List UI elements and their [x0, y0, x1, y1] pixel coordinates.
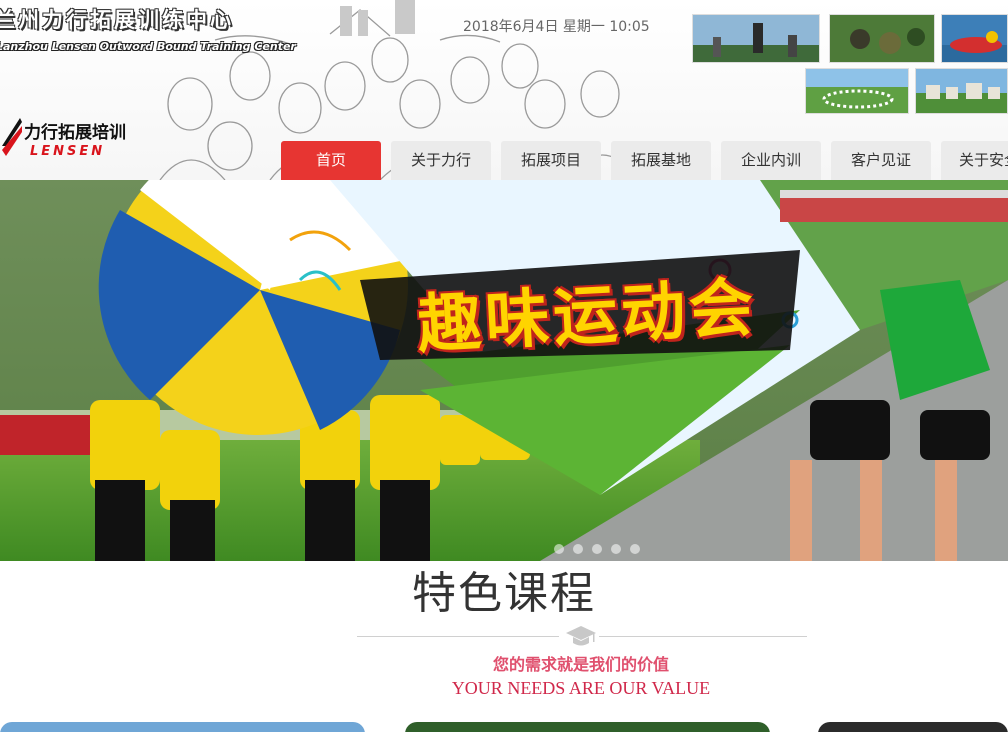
nav-home[interactable]: 首页 — [281, 141, 381, 180]
nav-bases[interactable]: 拓展基地 — [611, 141, 711, 180]
current-datetime: 2018年6月4日 星期一 10:05 — [463, 19, 650, 35]
thumb-photo-5[interactable] — [915, 68, 1008, 114]
site-header: 兰州力行拓展训练中心 Lanzhou Lensen Outword Bound … — [0, 0, 1008, 180]
tagline-en: YOUR NEEDS ARE OUR VALUE — [451, 678, 711, 698]
course-card-3[interactable] — [818, 722, 1008, 732]
nav-training[interactable]: 企业内训 — [721, 141, 821, 180]
tagline-cn: 您的需求就是我们的价值 — [492, 655, 669, 674]
thumb-photo-4[interactable] — [805, 68, 909, 114]
thumb-photo-3[interactable] — [941, 14, 1008, 63]
course-card-1[interactable] — [0, 722, 365, 732]
divider-left — [357, 636, 559, 637]
hero-banner[interactable]: 趣味运动会 — [0, 180, 1008, 561]
logo-text-cn: 力行拓展培训 — [24, 123, 126, 143]
slide-dot-2[interactable] — [573, 544, 583, 554]
slide-dot-3[interactable] — [592, 544, 602, 554]
slide-dot-5[interactable] — [630, 544, 640, 554]
brand-title-en: Lanzhou Lensen Outword Bound Training Ce… — [0, 40, 296, 53]
nav-testimonials[interactable]: 客户见证 — [831, 141, 931, 180]
graduation-cap-icon — [566, 626, 596, 646]
course-card-2[interactable] — [405, 722, 770, 732]
site-logo[interactable]: 力行拓展培训 LENSEN — [0, 110, 160, 170]
section-title: 特色课程 — [412, 568, 596, 619]
banner-image — [0, 180, 1008, 561]
nav-projects[interactable]: 拓展项目 — [501, 141, 601, 180]
nav-safety[interactable]: 关于安全 — [941, 141, 1008, 180]
logo-text-en: LENSEN — [30, 144, 106, 159]
divider-right — [599, 636, 807, 637]
thumb-photo-1[interactable] — [692, 14, 820, 63]
brand-title-cn: 兰州力行拓展训练中心 — [0, 8, 234, 32]
nav-about[interactable]: 关于力行 — [391, 141, 491, 180]
slide-dot-4[interactable] — [611, 544, 621, 554]
thumb-photo-2[interactable] — [829, 14, 935, 63]
logo-swoosh-icon — [2, 118, 22, 156]
slide-dot-1[interactable] — [554, 544, 564, 554]
